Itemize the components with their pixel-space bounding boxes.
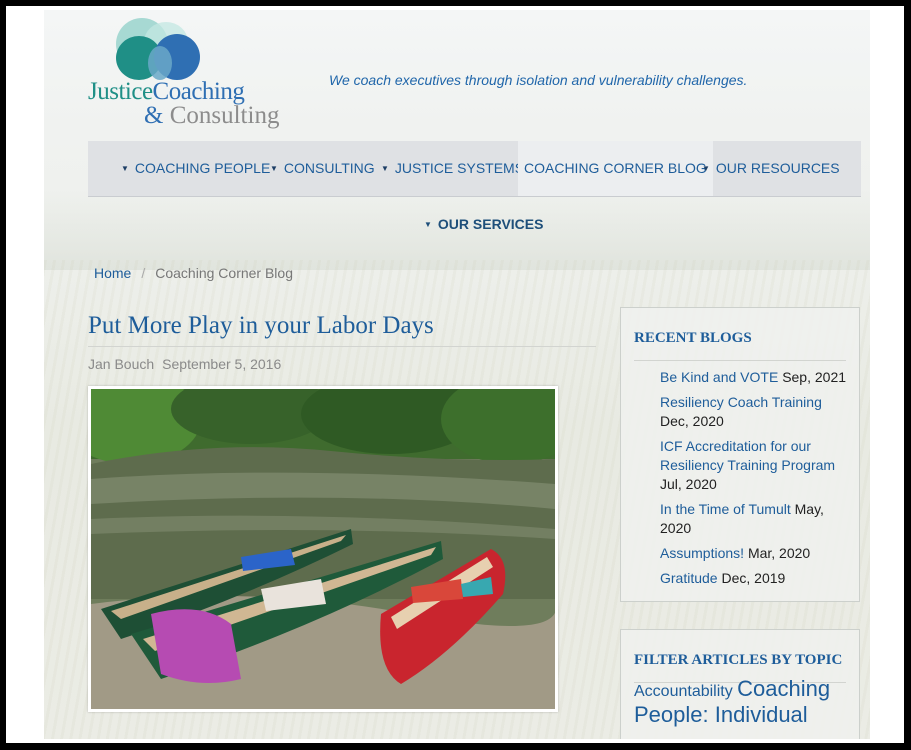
nav-item-consulting[interactable]: ▼ CONSULTING xyxy=(270,141,375,196)
post-title: Put More Play in your Labor Days xyxy=(88,312,434,339)
recent-blog-date: Sep, 2021 xyxy=(782,369,847,385)
site-tagline: We coach executives through isolation an… xyxy=(329,72,748,88)
recent-blog-link[interactable]: Be Kind and VOTE xyxy=(660,369,778,385)
recent-blog-date: Jul, 2020 xyxy=(660,476,717,492)
recent-blog-item: Assumptions! Mar, 2020 xyxy=(660,544,850,563)
recent-blog-link[interactable]: Assumptions! xyxy=(660,545,744,561)
caret-down-icon: ▼ xyxy=(121,164,129,173)
topic-link[interactable]: People: Individual xyxy=(634,702,808,727)
nav-item-justice-systems[interactable]: ▼ JUSTICE SYSTEMS xyxy=(381,141,524,196)
recent-blog-date: 2020 xyxy=(660,520,692,536)
filter-topics-heading: FILTER ARTICLES BY TOPIC xyxy=(634,652,843,668)
post-image xyxy=(88,386,558,712)
recent-blog-date: Mar, 2020 xyxy=(747,545,811,561)
recent-blog-link[interactable]: In the Time of Tumult xyxy=(660,501,791,517)
breadcrumb: Home / Coaching Corner Blog xyxy=(94,265,293,281)
nav-item-coaching-people[interactable]: ▼ COACHING PEOPLE xyxy=(121,141,270,196)
caret-down-icon: ▼ xyxy=(702,164,710,173)
filter-topics-panel: FILTER ARTICLES BY TOPIC Accountability … xyxy=(620,629,860,739)
breadcrumb-current: Coaching Corner Blog xyxy=(155,265,293,281)
recent-blogs-heading: RECENT BLOGS xyxy=(634,330,752,346)
recent-blog-item: Resiliency Coach Training Dec, 2020 xyxy=(660,393,850,431)
caret-down-icon: ▼ xyxy=(424,220,432,229)
topic-link[interactable]: Coaching xyxy=(737,676,830,701)
recent-blog-item: Be Kind and VOTE Sep, 2021 xyxy=(660,368,850,387)
post-byline: Jan Bouch September 5, 2016 xyxy=(88,356,281,372)
main-navigation: ▼ COACHING PEOPLE ▼ CONSULTING ▼ JUSTICE SY… xyxy=(88,141,861,197)
recent-blog-date: Dec, 2019 xyxy=(721,570,786,586)
recent-blog-link[interactable]: Resiliency Coach Training xyxy=(660,394,822,410)
divider xyxy=(88,346,596,347)
recent-blog-link[interactable]: ICF Accreditation for our Resiliency Trai… xyxy=(660,438,835,473)
recent-blog-date: Dec, 2020 xyxy=(660,413,724,429)
breadcrumb-separator: / xyxy=(141,265,146,281)
page: JusticeCoaching & Consulting We coach ex… xyxy=(44,10,870,739)
nav-item-our-services[interactable]: ▼ OUR SERVICES xyxy=(424,216,543,232)
topic-link[interactable]: Accountability xyxy=(634,683,733,700)
nav-item-our-resources[interactable]: ▼ OUR RESOURCES xyxy=(702,141,840,196)
post-author: Jan Bouch xyxy=(88,356,155,372)
browser-viewport: JusticeCoaching & Consulting We coach ex… xyxy=(6,6,904,743)
site-logo[interactable]: JusticeCoaching & Consulting xyxy=(88,16,288,129)
recent-blog-item: ICF Accreditation for our Resiliency Trai… xyxy=(660,437,850,494)
canoes-photo xyxy=(91,389,555,709)
nav-item-coaching-corner-blog[interactable]: COACHING CORNER BLOG xyxy=(518,141,713,196)
logo-text-line2: & Consulting xyxy=(144,102,280,129)
topic-cloud: Accountability Coaching People: Individu… xyxy=(634,676,849,728)
recent-blogs-panel: RECENT BLOGS Be Kind and VOTE Sep, 2021 … xyxy=(620,307,860,602)
recent-blog-date: May, xyxy=(794,501,824,517)
caret-down-icon: ▼ xyxy=(270,164,278,173)
breadcrumb-home-link[interactable]: Home xyxy=(94,265,131,281)
post-date: September 5, 2016 xyxy=(162,356,282,372)
recent-blog-link[interactable]: Gratitude xyxy=(660,570,718,586)
caret-down-icon: ▼ xyxy=(381,164,389,173)
recent-blog-item: In the Time of Tumult May, 2020 xyxy=(660,500,850,538)
recent-blog-item: Gratitude Dec, 2019 xyxy=(660,569,850,588)
